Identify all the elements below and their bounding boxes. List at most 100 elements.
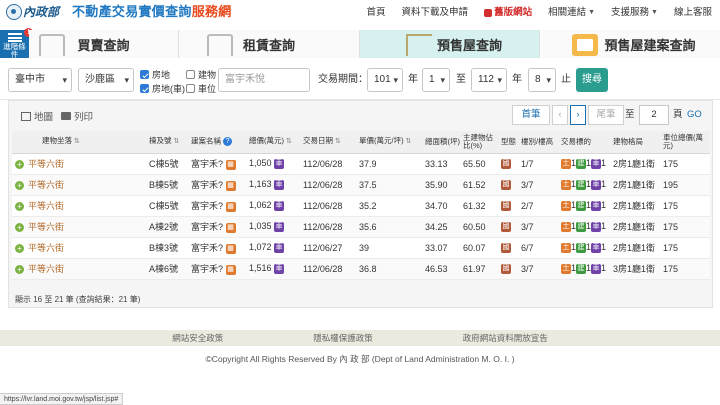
check-land-building[interactable]: 房地 — [140, 68, 170, 81]
land-tag: 土 — [561, 221, 571, 232]
project-detail-icon[interactable]: ▦ — [225, 243, 236, 254]
table-row[interactable]: + 平等六街 C棟5號 富宇禾? ▦ 1,050 車 112/06/28 37.9 33.13… — [12, 153, 710, 175]
end-year-select[interactable]: 112 ▾ — [471, 68, 507, 92]
cell-parking-price: 175 — [660, 258, 710, 280]
nav-home[interactable]: 首頁 — [359, 0, 394, 26]
cell-address[interactable]: + 平等六街 — [12, 216, 146, 238]
table-header-row: 建物坐落 ⇅ 棟及號 ⇅ 建案名稱 ? 總價(萬元) ⇅ 交易日期 ⇅ 單價(萬… — [12, 131, 710, 154]
col-project[interactable]: 建案名稱 ? — [188, 131, 246, 154]
keyword-input[interactable]: 富宇禾悅 — [218, 68, 310, 92]
col-target[interactable]: 交易標的 — [558, 131, 610, 154]
end-month-select[interactable]: 8 ▾ — [528, 68, 556, 92]
parking-tag: 車 — [274, 179, 285, 190]
nav-online-service[interactable]: 線上客服 — [666, 0, 720, 26]
col-parking-price[interactable]: 車位總價(萬元) — [660, 131, 710, 154]
footer-open-data[interactable]: 政府網站資料開放宣告 — [463, 330, 548, 346]
expand-icon[interactable]: + — [15, 265, 24, 275]
table-row[interactable]: + 平等六街 C棟5號 富宇禾? ▦ 1,062 車 112/06/28 35.2 34.70… — [12, 195, 710, 217]
next-page-button[interactable]: › — [570, 105, 586, 125]
cell-parking-price: 175 — [660, 216, 710, 238]
cell-address[interactable]: + 平等六街 — [12, 237, 146, 259]
footer-security-policy[interactable]: 網站安全政策 — [172, 330, 223, 346]
cell-type: 國 — [498, 237, 518, 259]
tab-rent-query[interactable]: 租賃查詢 — [179, 30, 360, 58]
help-icon[interactable]: ? — [223, 137, 233, 147]
cell-project: 富宇禾? ▦ — [188, 153, 246, 175]
page-number-input[interactable]: 2 — [639, 105, 669, 125]
table-row[interactable]: + 平等六街 A棟2號 富宇禾? ▦ 1,035 車 112/06/28 35.6 34.25… — [12, 216, 710, 238]
col-total-price[interactable]: 總價(萬元) ⇅ — [246, 131, 300, 154]
city-select[interactable]: 臺中市 ▾ — [8, 68, 72, 92]
cell-total: 1,035 車 — [246, 216, 300, 238]
cell-main-ratio: 61.32 — [460, 195, 498, 217]
results-toolbar: 地圖 列印 首筆 ‹ › 尾筆 至 2 頁 GO — [9, 101, 712, 131]
cell-address[interactable]: + 平等六街 — [12, 195, 146, 217]
footer-links: 網站安全政策 隱私權保護政策 政府網站資料開放宣告 — [0, 330, 720, 346]
sort-icon: ⇅ — [171, 138, 180, 146]
footer-privacy-policy[interactable]: 隱私權保護政策 — [313, 330, 373, 346]
project-detail-icon[interactable]: ▦ — [225, 180, 236, 191]
cell-unit: C棟5號 — [146, 153, 188, 175]
cell-type: 國 — [498, 153, 518, 175]
start-year-select[interactable]: 101 ▾ — [367, 68, 403, 92]
prev-page-button[interactable]: ‹ — [552, 105, 568, 125]
cell-address[interactable]: + 平等六街 — [12, 174, 146, 196]
cell-date: 112/06/28 — [300, 216, 356, 238]
project-detail-icon[interactable]: ▦ — [225, 264, 236, 275]
project-detail-icon[interactable]: ▦ — [225, 222, 236, 233]
col-main-ratio[interactable]: 主建物佔比(%) — [460, 131, 498, 154]
check-parking[interactable]: 車位 — [186, 82, 216, 95]
cell-area: 35.90 — [422, 174, 460, 196]
col-floor[interactable]: 樓別/樓高 — [518, 131, 558, 154]
col-unit[interactable]: 棟及號 ⇅ — [146, 131, 188, 154]
nav-old-site[interactable]: 舊版網站 — [476, 0, 540, 26]
tab-presale-query[interactable]: 預售屋查詢 — [360, 30, 540, 58]
last-page-button[interactable]: 尾筆 — [588, 105, 624, 125]
first-page-button[interactable]: 首筆 — [512, 105, 550, 125]
start-month-select[interactable]: 1 ▾ — [422, 68, 450, 92]
cell-main-ratio: 61.52 — [460, 174, 498, 196]
expand-icon[interactable]: + — [15, 202, 24, 212]
building-type-icon: 國 — [501, 158, 511, 169]
nav-links[interactable]: 相關連結 ▼ — [540, 0, 603, 26]
parking-tag: 車 — [274, 263, 285, 274]
expand-icon[interactable]: + — [15, 223, 24, 233]
col-date[interactable]: 交易日期 ⇅ — [300, 131, 356, 154]
check-building[interactable]: 建物 — [186, 68, 216, 81]
map-button[interactable]: 地圖 — [21, 109, 53, 123]
print-button[interactable]: 列印 — [61, 109, 93, 123]
nav-support[interactable]: 支援服務 ▼ — [603, 0, 666, 26]
check-land-building-parking[interactable]: 房地(車) — [140, 82, 185, 95]
col-address[interactable]: 建物坐落 ⇅ — [12, 131, 146, 154]
cell-address[interactable]: + 平等六街 — [12, 258, 146, 280]
nav-download[interactable]: 資料下載及申請 — [394, 0, 477, 26]
col-area[interactable]: 總面積(坪) — [422, 131, 460, 154]
cell-area: 34.25 — [422, 216, 460, 238]
project-detail-icon[interactable]: ▦ — [225, 201, 236, 212]
go-button[interactable]: GO — [687, 105, 702, 125]
district-select[interactable]: 沙鹿區 ▾ — [78, 68, 134, 92]
search-button[interactable]: 搜尋 — [576, 68, 608, 92]
tab-presale-project-query[interactable]: 預售屋建案查詢 — [540, 30, 720, 58]
site-title[interactable]: 不動產交易實價查詢服務網 — [72, 4, 232, 20]
table-row[interactable]: + 平等六街 B棟5號 富宇禾? ▦ 1,163 車 112/06/28 37.5 35.90… — [12, 174, 710, 196]
col-type[interactable]: 型態 — [498, 131, 518, 154]
expand-icon[interactable]: + — [15, 181, 24, 191]
tab-sale-query[interactable]: 買賣查詢 — [29, 30, 179, 58]
expand-icon[interactable]: + — [15, 160, 24, 170]
table-row[interactable]: + 平等六街 A棟6號 富宇禾? ▦ 1,516 車 112/06/28 36.8 46.53… — [12, 258, 710, 280]
cell-address[interactable]: + 平等六街 — [12, 153, 146, 175]
project-detail-icon[interactable]: ▦ — [225, 159, 236, 170]
cell-area: 33.13 — [422, 153, 460, 175]
building-tag: 建 — [576, 221, 587, 232]
table-row[interactable]: + 平等六街 B棟3號 富宇禾? ▦ 1,072 車 112/06/27 39 33.07 60… — [12, 237, 710, 259]
checkbox-icon — [186, 84, 195, 93]
col-layout[interactable]: 建物格局 — [610, 131, 660, 154]
expand-icon[interactable]: + — [15, 244, 24, 254]
cell-project: 富宇禾? ▦ — [188, 195, 246, 217]
col-unit-price[interactable]: 單價(萬元/坪) ⇅ — [356, 131, 422, 154]
advanced-filter-button[interactable]: 進階條件 ! — [0, 28, 33, 59]
page-unit-label: 頁 — [673, 109, 683, 120]
cell-unit-price: 37.5 — [356, 174, 422, 196]
land-tag: 土 — [561, 242, 571, 253]
